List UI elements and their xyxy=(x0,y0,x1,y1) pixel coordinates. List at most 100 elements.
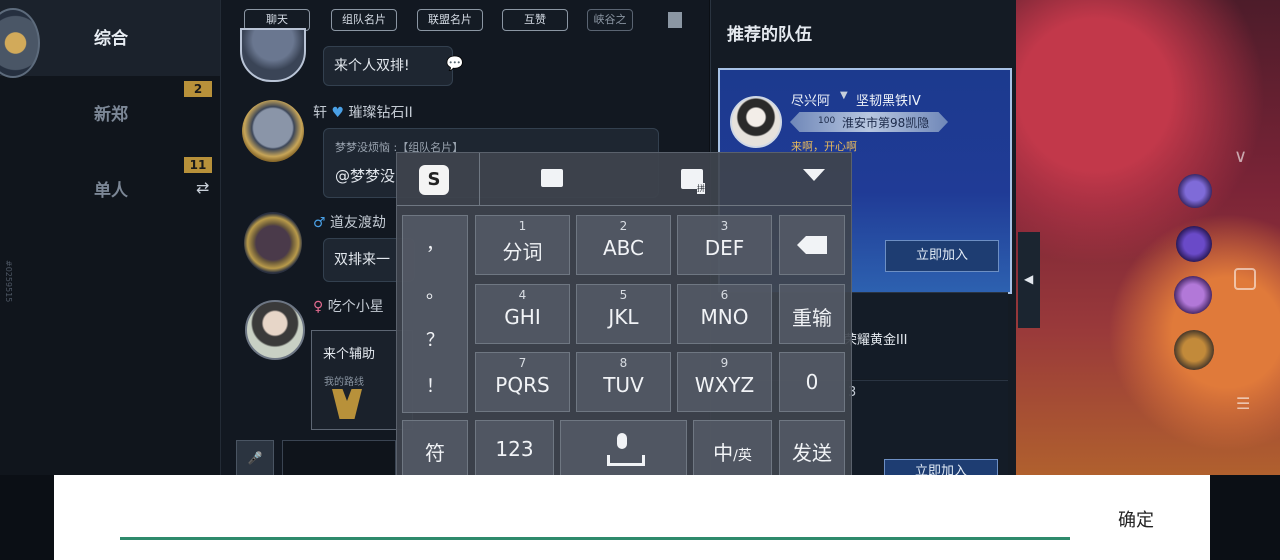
swap-icon[interactable]: ⇄ xyxy=(196,178,209,197)
menu-icon[interactable]: ☰ xyxy=(1236,394,1250,413)
leader-rank: 荣耀黄金III xyxy=(844,333,908,348)
card-subtitle: 我的路线 xyxy=(324,377,364,388)
backspace-icon xyxy=(797,236,827,254)
punct-period[interactable]: 。 xyxy=(403,278,467,304)
key-label: 符 xyxy=(425,441,445,465)
support-role-icon xyxy=(332,389,362,419)
voice-input-toggle-icon[interactable]: 🎤 xyxy=(236,440,274,476)
punctuation-list[interactable]: ， 。 ？ ！ xyxy=(402,215,468,413)
filter-icon[interactable] xyxy=(668,12,682,28)
key-label: JKL xyxy=(608,305,639,329)
collapse-panel-button[interactable]: ◀ xyxy=(1018,232,1040,328)
space-bar-icon xyxy=(607,455,645,466)
punct-question[interactable]: ？ xyxy=(403,326,467,352)
key-7[interactable]: 7 PQRS xyxy=(475,352,570,412)
lang-main: 中 xyxy=(713,441,734,465)
panel-title: 推荐的队伍 xyxy=(727,25,812,45)
confirm-button[interactable]: 确定 xyxy=(1118,506,1154,532)
key-number: 5 xyxy=(619,288,628,302)
send-button[interactable]: 发送 xyxy=(779,420,845,478)
sender-name: 轩 xyxy=(313,105,327,121)
chip-canyon[interactable]: 峡谷之 xyxy=(587,9,633,31)
unread-badge: 2 xyxy=(184,81,212,97)
key-label: 重输 xyxy=(792,306,832,330)
region-text: 淮安市第98凯隐 xyxy=(842,116,930,130)
keyboard-toolbar xyxy=(397,153,851,206)
sidebar-tab-label: 综合 xyxy=(94,29,128,49)
sender-avatar[interactable] xyxy=(245,300,305,360)
numbers-button[interactable]: 123 xyxy=(475,420,554,478)
key-number: 9 xyxy=(720,356,729,370)
input-underline[interactable] xyxy=(120,537,1070,540)
key-label: 发送 xyxy=(792,441,832,465)
leader-rank: 坚韧黑铁IV xyxy=(856,94,921,109)
sender-name: 道友渡劫 xyxy=(330,215,387,231)
rank-icon: ▼ xyxy=(840,90,848,101)
message-bubble: 来个人双排! xyxy=(323,46,453,86)
key-6[interactable]: 6 MNO xyxy=(677,284,772,344)
skill-icon xyxy=(1176,226,1212,262)
key-number: 6 xyxy=(720,288,729,302)
key-label: 分词 xyxy=(502,240,543,264)
unread-badge: 11 xyxy=(184,157,212,173)
sidebar-tab-label: 单人 xyxy=(94,181,128,201)
male-icon: ♂ xyxy=(313,215,326,231)
key-number: 3 xyxy=(720,219,729,233)
key-label: TUV xyxy=(603,373,644,397)
language-label: 中/英 xyxy=(694,437,771,466)
microphone-icon xyxy=(617,433,627,449)
key-label: 0 xyxy=(805,370,819,394)
input-dialog xyxy=(54,475,1210,560)
key-0[interactable]: 0 xyxy=(779,352,845,412)
chat-input-field[interactable] xyxy=(282,440,396,476)
sidebar-tab-single[interactable]: 11 单人 xyxy=(0,152,220,228)
key-number: 7 xyxy=(518,356,527,370)
chip-likes[interactable]: 互赞 xyxy=(502,9,568,31)
chevron-down-icon[interactable]: ∨ xyxy=(1234,146,1247,167)
key-1[interactable]: 1 分词 xyxy=(475,215,570,275)
leader-name: 尽兴阿 xyxy=(791,94,831,109)
language-switch-button[interactable]: 中/英 xyxy=(693,420,772,478)
sidebar: 综合 2 新郑 11 单人 xyxy=(0,0,221,475)
sender-rank: 璀璨钻石II xyxy=(348,105,413,121)
sidebar-tab-label: 新郑 xyxy=(94,105,128,125)
chip-alliance-card[interactable]: 联盟名片 xyxy=(417,9,483,31)
punct-exclaim[interactable]: ！ xyxy=(403,372,467,398)
key-2[interactable]: 2 ABC xyxy=(576,215,671,275)
sidebar-tab-xinzheng[interactable]: 2 新郑 xyxy=(0,76,220,152)
sender-avatar[interactable] xyxy=(244,212,302,274)
collapse-keyboard-icon[interactable] xyxy=(803,169,825,181)
key-label: ABC xyxy=(602,236,644,260)
key-label: MNO xyxy=(700,305,749,329)
level-badge: 100 xyxy=(818,116,836,126)
key-label: 123 xyxy=(495,437,534,461)
phrases-icon[interactable] xyxy=(541,169,563,187)
rechoose-button[interactable]: 重输 xyxy=(779,284,845,344)
leader-avatar xyxy=(730,96,782,148)
sender-name-row: ♀ 吃个小星 xyxy=(313,296,384,316)
skill-icon xyxy=(1174,276,1212,314)
sender-avatar[interactable] xyxy=(242,100,304,162)
chip-team-card[interactable]: 组队名片 xyxy=(331,9,397,31)
key-3[interactable]: 3 DEF xyxy=(677,215,772,275)
card-title: 来个辅助 xyxy=(323,347,376,362)
join-now-button[interactable]: 立即加入 xyxy=(885,240,999,272)
key-number: 8 xyxy=(619,356,628,370)
recent-apps-icon[interactable] xyxy=(1234,268,1256,290)
more-chat-icon[interactable]: 💬 xyxy=(446,56,463,72)
sogou-logo-icon[interactable]: S xyxy=(419,165,449,195)
key-number: 2 xyxy=(619,219,628,233)
symbols-button[interactable]: 符 xyxy=(402,420,468,478)
skill-icon xyxy=(1178,174,1212,208)
backspace-button[interactable] xyxy=(779,215,845,275)
sender-name-row: ♂ 道友渡劫 xyxy=(313,212,386,232)
space-voice-button[interactable] xyxy=(560,420,687,478)
key-8[interactable]: 8 TUV xyxy=(576,352,671,412)
key-label: GHI xyxy=(504,305,541,329)
key-5[interactable]: 5 JKL xyxy=(576,284,671,344)
key-9[interactable]: 9 WXYZ xyxy=(677,352,772,412)
punct-comma[interactable]: ， xyxy=(403,230,467,256)
skill-icon xyxy=(1174,330,1214,370)
rank-icon: ♥ xyxy=(331,105,345,121)
key-4[interactable]: 4 GHI xyxy=(475,284,570,344)
